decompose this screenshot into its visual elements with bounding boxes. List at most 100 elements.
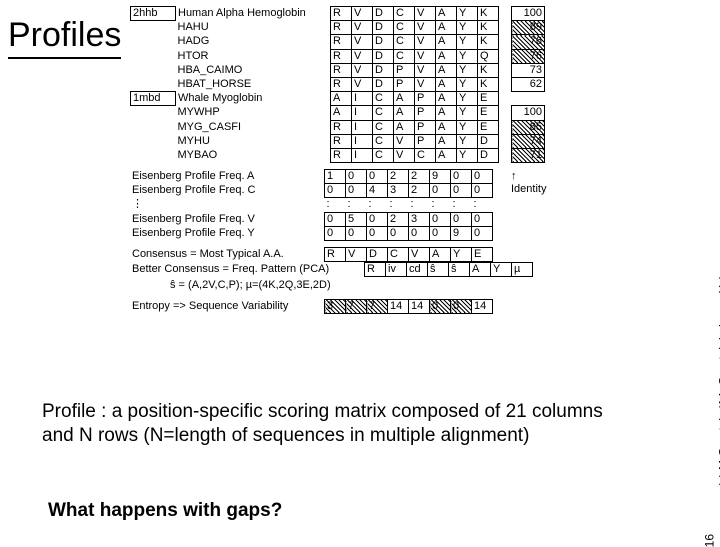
sequence-name: MYG_CASFI <box>176 120 331 134</box>
residue-cell: C <box>394 35 415 49</box>
residue-cell: Y <box>457 120 478 134</box>
residue-cell: Y <box>457 77 478 91</box>
residue-cell: P <box>415 92 436 106</box>
freq-cell: 0 <box>346 184 367 198</box>
residue-cell: V <box>415 21 436 35</box>
entropy-cell: 14 <box>409 299 430 313</box>
freq-cell: 0 <box>325 212 346 226</box>
freq-cell: 0 <box>472 212 493 226</box>
sequence-name: HBA_CAIMO <box>176 63 331 77</box>
residue-cell: R <box>331 120 352 134</box>
residue-cell: A <box>436 35 457 49</box>
residue-cell: C <box>394 21 415 35</box>
residue-cell: I <box>352 92 373 106</box>
residue-cell: R <box>331 49 352 63</box>
freq-cell: 2 <box>388 170 409 184</box>
residue-cell: D <box>478 148 499 162</box>
residue-cell: E <box>478 92 499 106</box>
eisenberg-table: Eisenberg Profile Freq. A10022900↑Identi… <box>130 169 548 241</box>
residue-cell: Y <box>457 49 478 63</box>
consensus-label: Consensus = Most Typical A.A. <box>130 248 325 262</box>
eisenberg-label: Eisenberg Profile Freq. V <box>130 212 325 226</box>
residue-cell: A <box>394 120 415 134</box>
sequence-name: Whale Myoglobin <box>176 92 331 106</box>
pdb-code <box>131 63 176 77</box>
residue-cell: C <box>415 148 436 162</box>
pdb-code <box>131 49 176 63</box>
residue-cell: A <box>436 7 457 21</box>
profile-figure: 2hhbHuman Alpha HemoglobinRVDCVAYK100HAH… <box>130 6 548 314</box>
freq-cell: : <box>367 198 388 212</box>
better-consensus-cell: cd <box>407 263 428 277</box>
entropy-cell: 3 <box>325 299 346 313</box>
freq-cell: 0 <box>472 170 493 184</box>
residue-cell: C <box>373 92 394 106</box>
residue-cell: V <box>352 63 373 77</box>
residue-cell: A <box>436 148 457 162</box>
pdb-code <box>131 106 176 120</box>
entropy-cell: 0 <box>451 299 472 313</box>
residue-cell: C <box>394 49 415 63</box>
residue-cell: K <box>478 21 499 35</box>
residue-cell: V <box>415 7 436 21</box>
residue-cell: D <box>373 49 394 63</box>
freq-cell: 0 <box>430 212 451 226</box>
entropy-cell: 7 <box>346 299 367 313</box>
pdb-code <box>131 134 176 148</box>
alignment-table: 2hhbHuman Alpha HemoglobinRVDCVAYK100HAH… <box>130 6 545 163</box>
residue-cell: Y <box>457 21 478 35</box>
freq-cell: : <box>409 198 430 212</box>
identity-value: 73 <box>512 63 545 77</box>
residue-cell: C <box>394 7 415 21</box>
better-consensus-cell: µ <box>512 263 533 277</box>
residue-cell: V <box>352 35 373 49</box>
freq-cell: 0 <box>367 212 388 226</box>
sequence-name: MYWHP <box>176 106 331 120</box>
residue-cell: K <box>478 7 499 21</box>
better-consensus-cell: R <box>365 263 386 277</box>
residue-cell: D <box>373 77 394 91</box>
freq-cell: : <box>388 198 409 212</box>
better-consensus-label: Better Consensus = Freq. Pattern (PCA) <box>130 263 365 277</box>
freq-cell: 9 <box>430 170 451 184</box>
freq-cell: 0 <box>430 184 451 198</box>
residue-cell: V <box>352 7 373 21</box>
residue-cell: A <box>394 92 415 106</box>
residue-cell: V <box>394 148 415 162</box>
identity-value: 62 <box>512 77 545 91</box>
consensus-cell: A <box>430 248 451 262</box>
identity-value: 74 <box>512 134 545 148</box>
better-consensus-cell: iv <box>386 263 407 277</box>
residue-cell: V <box>394 134 415 148</box>
freq-cell: 0 <box>346 226 367 240</box>
entropy-cell: 14 <box>388 299 409 313</box>
identity-arrow-label: ↑Identity <box>493 170 549 241</box>
residue-cell: C <box>373 106 394 120</box>
residue-cell: E <box>478 120 499 134</box>
consensus-cell: E <box>472 248 493 262</box>
entropy-label: Entropy => Sequence Variability <box>130 299 325 313</box>
freq-cell: 3 <box>388 184 409 198</box>
residue-cell: A <box>436 92 457 106</box>
residue-cell: Y <box>457 106 478 120</box>
residue-cell: Y <box>457 63 478 77</box>
consensus-cell: C <box>388 248 409 262</box>
residue-cell: Y <box>457 148 478 162</box>
pdb-code <box>131 120 176 134</box>
residue-cell: A <box>436 120 457 134</box>
residue-cell: D <box>373 7 394 21</box>
residue-cell: C <box>373 148 394 162</box>
identity-value: 89 <box>512 21 545 35</box>
residue-cell: C <box>373 134 394 148</box>
freq-cell: 0 <box>388 226 409 240</box>
consensus-row: Consensus = Most Typical A.A.RVDCVAYE <box>130 247 493 262</box>
residue-cell: A <box>436 77 457 91</box>
freq-cell: 0 <box>451 212 472 226</box>
eisenberg-label: Eisenberg Profile Freq. Y <box>130 226 325 240</box>
pdb-code <box>131 35 176 49</box>
identity-value: 100 <box>512 106 545 120</box>
freq-cell: 0 <box>472 226 493 240</box>
residue-cell: Q <box>478 49 499 63</box>
better-consensus-note: ŝ = (A,2V,C,P); µ=(4K,2Q,3E,2D) <box>170 279 548 292</box>
freq-cell: 2 <box>409 170 430 184</box>
